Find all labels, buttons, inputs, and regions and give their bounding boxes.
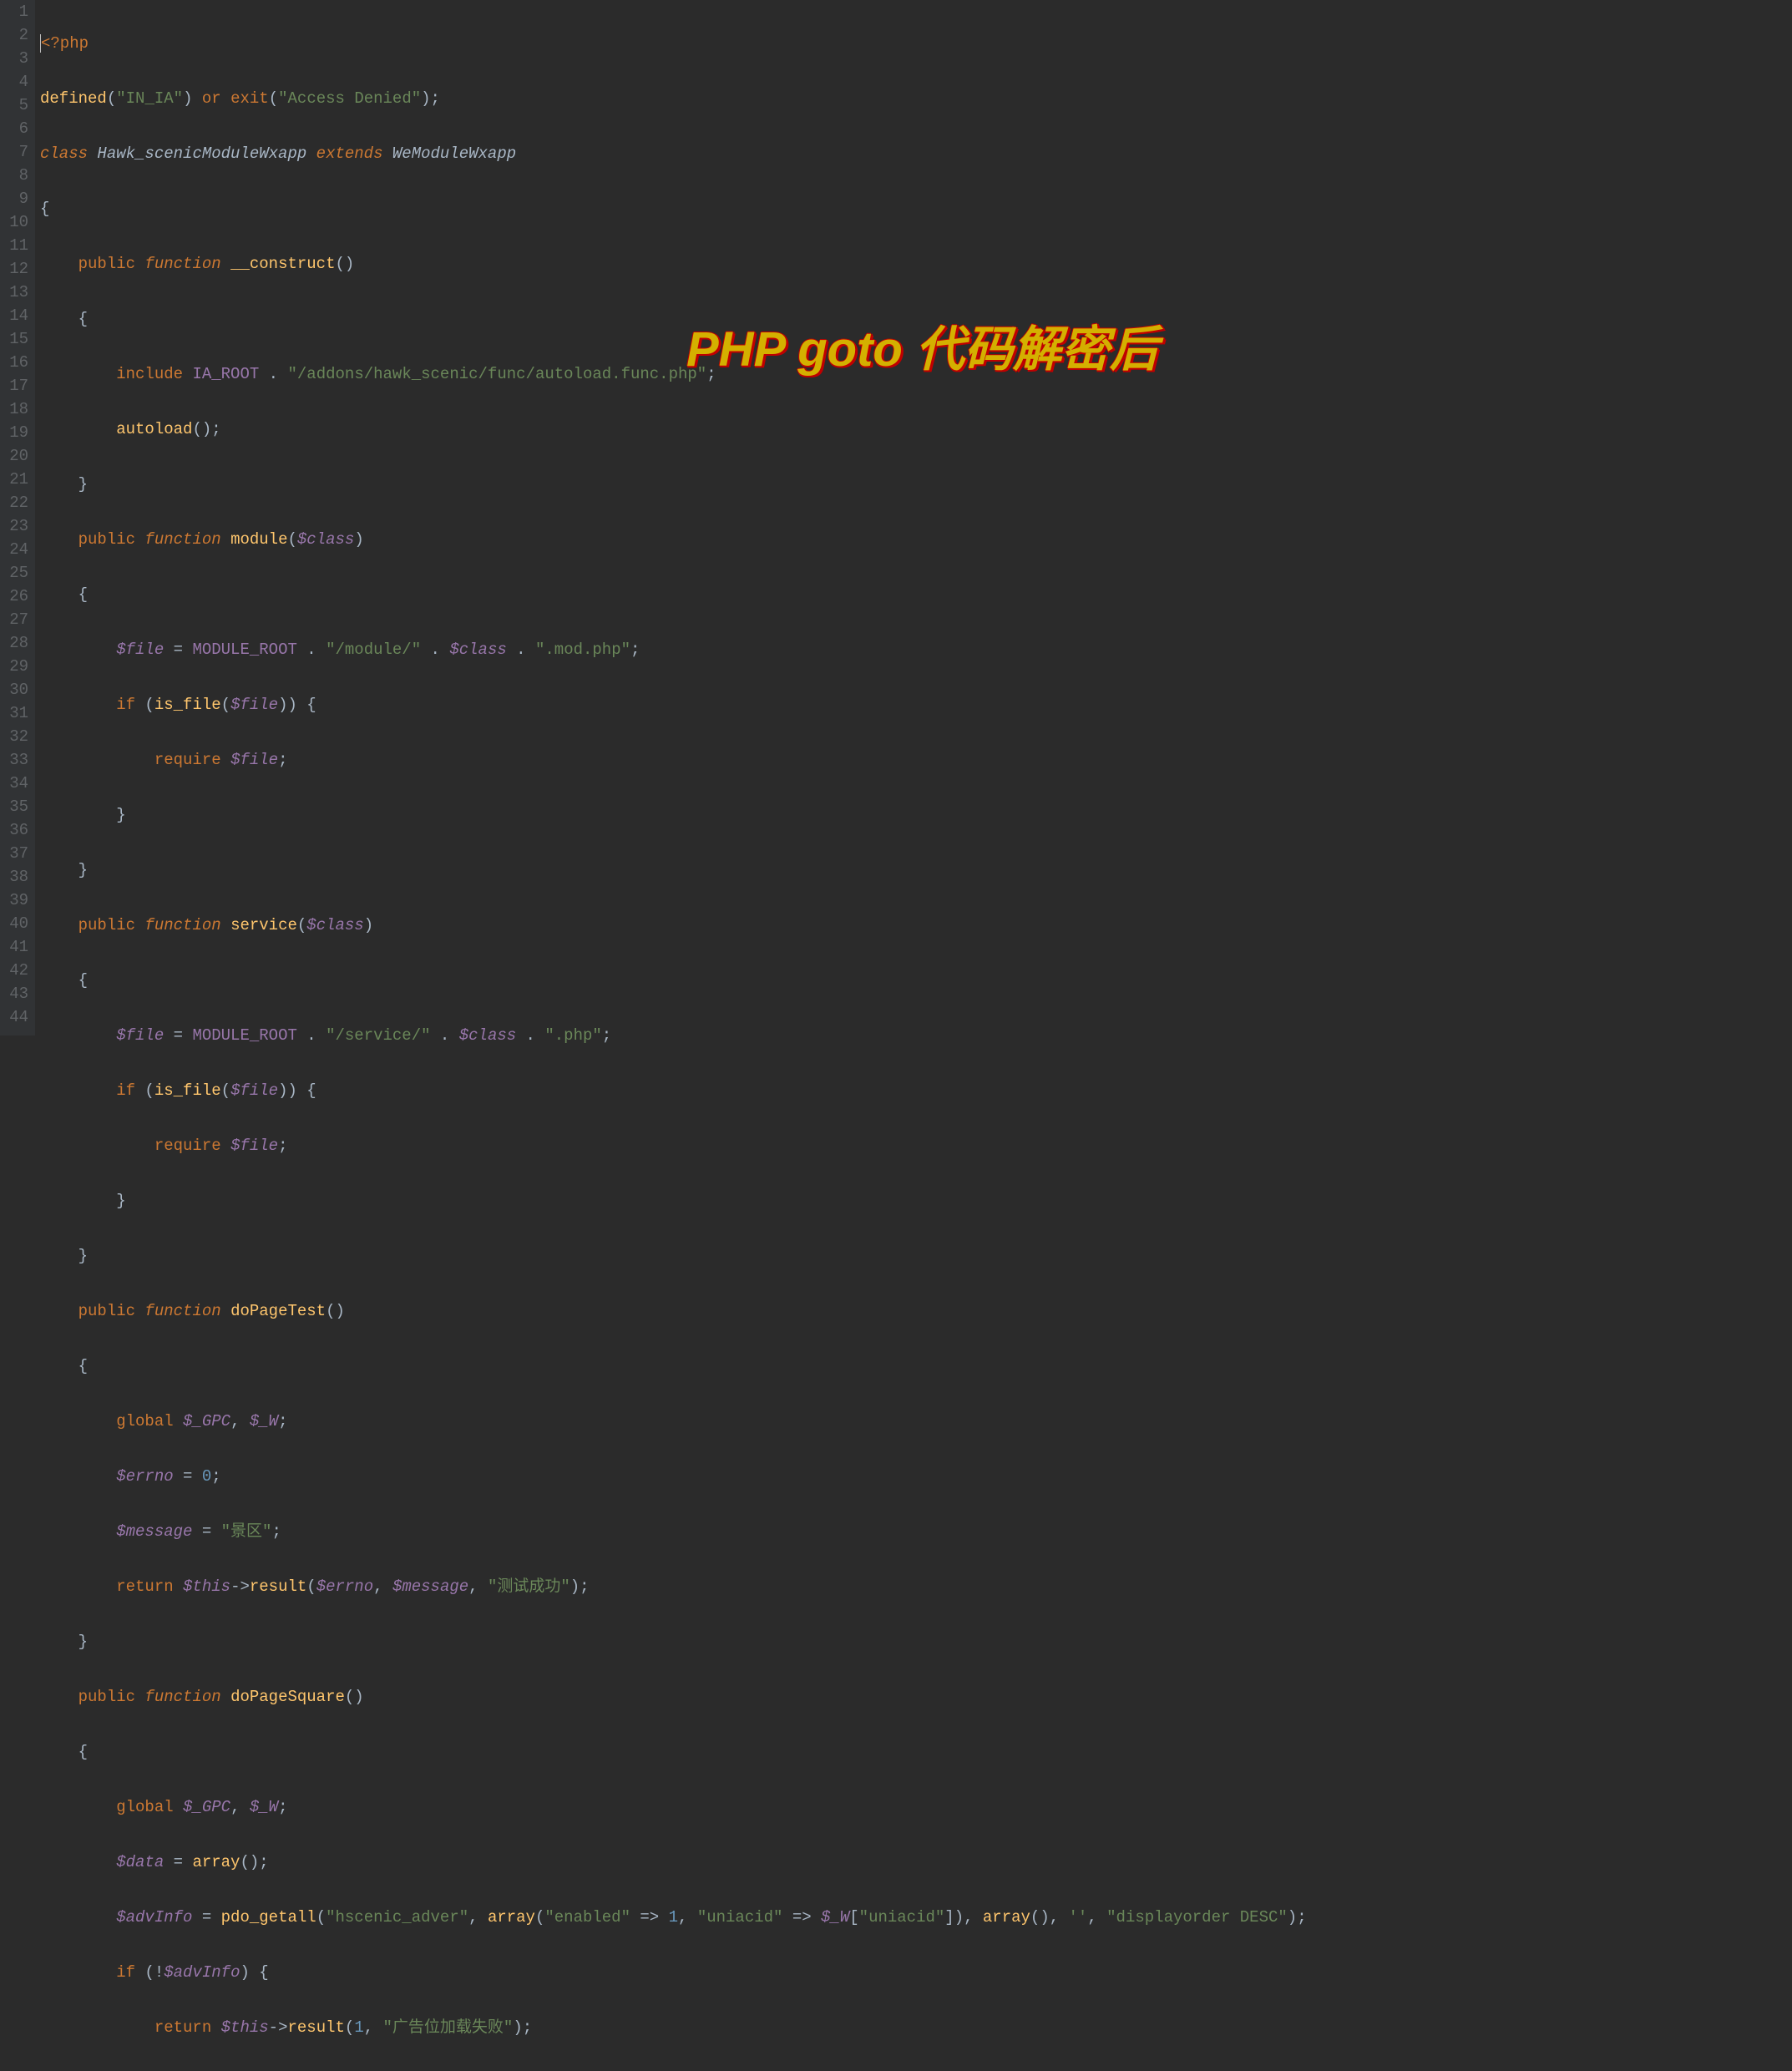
code-line[interactable]: autoload(); — [40, 418, 1792, 441]
line-number: 31 — [3, 701, 28, 725]
line-number: 9 — [3, 187, 28, 210]
line-number: 42 — [3, 959, 28, 982]
line-number-gutter: 1 2 3 4 5 6 7 8 9 10 11 12 13 14 15 16 1… — [0, 0, 35, 1036]
code-line[interactable]: public function doPageTest() — [40, 1299, 1792, 1323]
code-line[interactable]: require $file; — [40, 748, 1792, 772]
line-number: 43 — [3, 982, 28, 1005]
code-line[interactable]: if (!$advInfo) { — [40, 1961, 1792, 1984]
code-line[interactable]: global $_GPC, $_W; — [40, 1410, 1792, 1433]
code-line[interactable]: $message = "景区"; — [40, 1520, 1792, 1543]
line-number: 37 — [3, 842, 28, 865]
line-number: 19 — [3, 421, 28, 444]
line-number: 35 — [3, 795, 28, 818]
code-line[interactable]: { — [40, 307, 1792, 331]
line-number: 26 — [3, 585, 28, 608]
code-line[interactable]: $file = MODULE_ROOT . "/module/" . $clas… — [40, 638, 1792, 661]
code-line[interactable]: $data = array(); — [40, 1851, 1792, 1874]
line-number: 17 — [3, 374, 28, 397]
code-line[interactable]: global $_GPC, $_W; — [40, 1795, 1792, 1819]
code-line[interactable]: } — [40, 473, 1792, 496]
line-number: 44 — [3, 1005, 28, 1029]
line-number: 24 — [3, 538, 28, 561]
line-number: 15 — [3, 327, 28, 351]
code-line[interactable]: { — [40, 197, 1792, 220]
line-number: 7 — [3, 140, 28, 164]
line-number: 11 — [3, 234, 28, 257]
line-number: 39 — [3, 889, 28, 912]
line-number: 32 — [3, 725, 28, 748]
code-area[interactable]: <?php defined("IN_IA") or exit("Access D… — [35, 0, 1792, 1036]
code-line[interactable]: public function __construct() — [40, 252, 1792, 276]
code-line[interactable]: return $this->result($errno, $message, "… — [40, 1575, 1792, 1598]
line-number: 2 — [3, 23, 28, 47]
code-line[interactable]: public function service($class) — [40, 914, 1792, 937]
code-line[interactable]: <?php — [40, 32, 1792, 55]
line-number: 14 — [3, 304, 28, 327]
code-line[interactable]: public function module($class) — [40, 528, 1792, 551]
code-line[interactable]: defined("IN_IA") or exit("Access Denied"… — [40, 87, 1792, 110]
code-line[interactable]: return $this->result(1, "广告位加载失败"); — [40, 2016, 1792, 2039]
line-number: 36 — [3, 818, 28, 842]
line-number: 25 — [3, 561, 28, 585]
code-line[interactable]: { — [40, 1740, 1792, 1764]
code-line[interactable]: { — [40, 583, 1792, 606]
line-number: 16 — [3, 351, 28, 374]
line-number: 23 — [3, 514, 28, 538]
line-number: 28 — [3, 631, 28, 655]
line-number: 10 — [3, 210, 28, 234]
line-number: 38 — [3, 865, 28, 889]
code-line[interactable]: { — [40, 1355, 1792, 1378]
line-number: 18 — [3, 397, 28, 421]
line-number: 22 — [3, 491, 28, 514]
line-number: 13 — [3, 281, 28, 304]
code-line[interactable]: $errno = 0; — [40, 1465, 1792, 1488]
line-number: 8 — [3, 164, 28, 187]
line-number: 3 — [3, 47, 28, 70]
code-line[interactable]: } — [40, 858, 1792, 882]
line-number: 41 — [3, 935, 28, 959]
line-number: 29 — [3, 655, 28, 678]
code-line[interactable]: } — [40, 1630, 1792, 1653]
line-number: 12 — [3, 257, 28, 281]
code-line[interactable]: $file = MODULE_ROOT . "/service/" . $cla… — [40, 1024, 1792, 1047]
line-number: 21 — [3, 468, 28, 491]
line-number: 20 — [3, 444, 28, 468]
code-line[interactable]: } — [40, 1244, 1792, 1268]
code-line[interactable]: public function doPageSquare() — [40, 1685, 1792, 1709]
line-number: 27 — [3, 608, 28, 631]
line-number: 4 — [3, 70, 28, 94]
code-line[interactable]: } — [40, 803, 1792, 827]
line-number: 40 — [3, 912, 28, 935]
code-line[interactable]: $advInfo = pdo_getall("hscenic_adver", a… — [40, 1906, 1792, 1929]
line-number: 34 — [3, 772, 28, 795]
line-number: 5 — [3, 94, 28, 117]
code-editor[interactable]: 1 2 3 4 5 6 7 8 9 10 11 12 13 14 15 16 1… — [0, 0, 1792, 1036]
line-number: 6 — [3, 117, 28, 140]
code-line[interactable]: } — [40, 1189, 1792, 1213]
line-number: 30 — [3, 678, 28, 701]
code-line[interactable]: class Hawk_scenicModuleWxapp extends WeM… — [40, 142, 1792, 165]
line-number: 33 — [3, 748, 28, 772]
code-line[interactable]: require $file; — [40, 1134, 1792, 1157]
line-number: 1 — [3, 0, 28, 23]
code-line[interactable]: if (is_file($file)) { — [40, 693, 1792, 716]
code-line[interactable]: { — [40, 969, 1792, 992]
code-line[interactable]: if (is_file($file)) { — [40, 1079, 1792, 1102]
code-line[interactable]: include IA_ROOT . "/addons/hawk_scenic/f… — [40, 362, 1792, 386]
